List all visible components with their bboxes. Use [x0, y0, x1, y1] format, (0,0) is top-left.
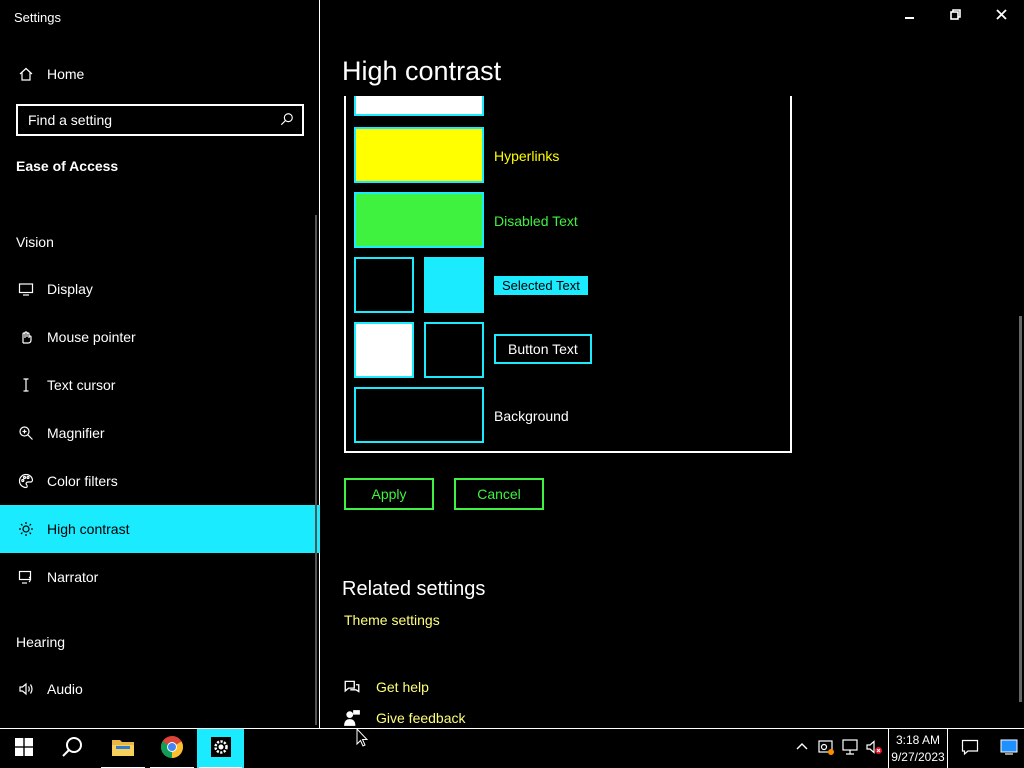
sidebar-item-text-cursor[interactable]: Text cursor	[0, 361, 320, 409]
nav-home[interactable]: Home	[0, 56, 320, 92]
get-help-icon	[342, 677, 362, 697]
sidebar-item-narrator[interactable]: Narrator	[0, 553, 320, 601]
search-icon[interactable]	[280, 112, 294, 129]
get-help-link[interactable]: Get help	[342, 677, 429, 697]
text-cursor-icon	[16, 375, 36, 395]
apply-button[interactable]: Apply	[344, 478, 434, 510]
sidebar-item-color-filters[interactable]: Color filters	[0, 457, 320, 505]
color-filters-icon	[16, 471, 36, 491]
nav-home-label: Home	[47, 66, 85, 82]
sidebar-item-label: Color filters	[47, 473, 118, 489]
hyperlinks-label: Hyperlinks	[494, 148, 560, 164]
contrast-preview: Hyperlinks Disabled Text Selected Text B…	[344, 96, 792, 453]
restore-icon	[949, 7, 961, 25]
category-heading: Ease of Access	[16, 158, 119, 174]
start-button[interactable]	[0, 729, 48, 768]
sidebar-item-label: Magnifier	[47, 425, 105, 441]
sidebar-item-label: Text cursor	[47, 377, 116, 393]
sidebar-item-label: Mouse pointer	[47, 329, 136, 345]
start-icon	[15, 737, 33, 761]
get-help-label: Get help	[376, 679, 429, 695]
sidebar-item-display[interactable]: Display	[0, 265, 320, 313]
sidebar-scrollbar[interactable]	[315, 215, 317, 725]
close-icon	[995, 7, 1007, 25]
show-desktop-button[interactable]	[996, 729, 1022, 768]
taskbar-file-explorer[interactable]	[99, 729, 147, 768]
clock-time: 3:18 AM	[895, 733, 941, 747]
chrome-icon	[160, 735, 184, 764]
show-hidden-icons[interactable]	[790, 729, 814, 768]
related-settings-heading: Related settings	[342, 578, 486, 600]
clock[interactable]: 3:18 AM 9/27/2023	[888, 729, 948, 768]
sidebar: Settings Home Find a setting Ease of Acc…	[0, 0, 320, 728]
mouse-pointer-icon	[16, 327, 36, 347]
disabled-text-color-swatch[interactable]	[354, 192, 484, 248]
taskbar-chrome[interactable]	[148, 729, 196, 768]
volume-muted-icon	[865, 738, 883, 761]
vision-heading: Vision	[16, 234, 54, 250]
app-title: Settings	[14, 10, 61, 25]
button-text-label: Button Text	[494, 334, 592, 364]
volume-button[interactable]	[862, 729, 886, 768]
search-placeholder: Find a setting	[28, 112, 113, 128]
desktop-preview-icon	[1000, 739, 1018, 760]
home-icon	[16, 64, 36, 84]
main-scrollbar[interactable]	[1019, 316, 1022, 702]
close-button[interactable]	[978, 0, 1024, 32]
narrator-icon	[16, 567, 36, 587]
mouse-cursor-icon	[356, 727, 369, 753]
background-color-swatch[interactable]	[354, 387, 484, 443]
button-text-foreground-swatch[interactable]	[354, 322, 414, 378]
display-icon	[16, 279, 36, 299]
notification-icon	[961, 738, 979, 761]
file-explorer-icon	[111, 737, 135, 762]
tray-app-icon	[817, 738, 835, 761]
brightness-icon	[16, 519, 36, 539]
chevron-up-icon	[796, 740, 808, 758]
search-icon	[61, 736, 83, 763]
network-icon	[841, 738, 859, 761]
tray-app-button[interactable]	[814, 729, 838, 768]
search-input[interactable]: Find a setting	[16, 104, 304, 136]
sidebar-item-label: Narrator	[47, 569, 99, 585]
sidebar-item-mouse-pointer[interactable]: Mouse pointer	[0, 313, 320, 361]
text-color-swatch[interactable]	[354, 96, 484, 116]
hyperlinks-color-swatch[interactable]	[354, 127, 484, 183]
give-feedback-label: Give feedback	[376, 710, 466, 726]
taskbar-search-button[interactable]	[48, 729, 96, 768]
hearing-heading: Hearing	[16, 634, 66, 650]
background-label: Background	[494, 408, 569, 424]
audio-icon	[16, 679, 36, 699]
settings-icon	[210, 736, 232, 763]
taskbar: 3:18 AM 9/27/2023	[0, 728, 1024, 768]
clock-date: 9/27/2023	[891, 750, 945, 764]
action-center-button[interactable]	[957, 729, 983, 768]
sidebar-item-label: High contrast	[47, 521, 130, 537]
minimize-button[interactable]	[886, 0, 932, 32]
cancel-button[interactable]: Cancel	[454, 478, 544, 510]
page-title: High contrast	[342, 56, 502, 86]
network-button[interactable]	[838, 729, 862, 768]
sidebar-item-label: Display	[47, 281, 93, 297]
taskbar-settings[interactable]	[197, 729, 244, 768]
magnifier-icon	[16, 423, 36, 443]
button-text-background-swatch[interactable]	[424, 322, 484, 378]
disabled-text-label: Disabled Text	[494, 213, 578, 229]
selected-text-foreground-swatch[interactable]	[354, 257, 414, 313]
give-feedback-icon	[342, 708, 362, 728]
restore-button[interactable]	[932, 0, 978, 32]
minimize-icon	[904, 7, 915, 25]
sidebar-item-high-contrast[interactable]: High contrast	[0, 505, 320, 553]
give-feedback-link[interactable]: Give feedback	[342, 708, 466, 728]
sidebar-item-label: Audio	[47, 681, 83, 697]
sidebar-item-audio[interactable]: Audio	[0, 665, 320, 713]
selected-text-background-swatch[interactable]	[424, 257, 484, 313]
selected-text-label: Selected Text	[494, 276, 588, 295]
theme-settings-link[interactable]: Theme settings	[344, 612, 440, 628]
sidebar-item-magnifier[interactable]: Magnifier	[0, 409, 320, 457]
